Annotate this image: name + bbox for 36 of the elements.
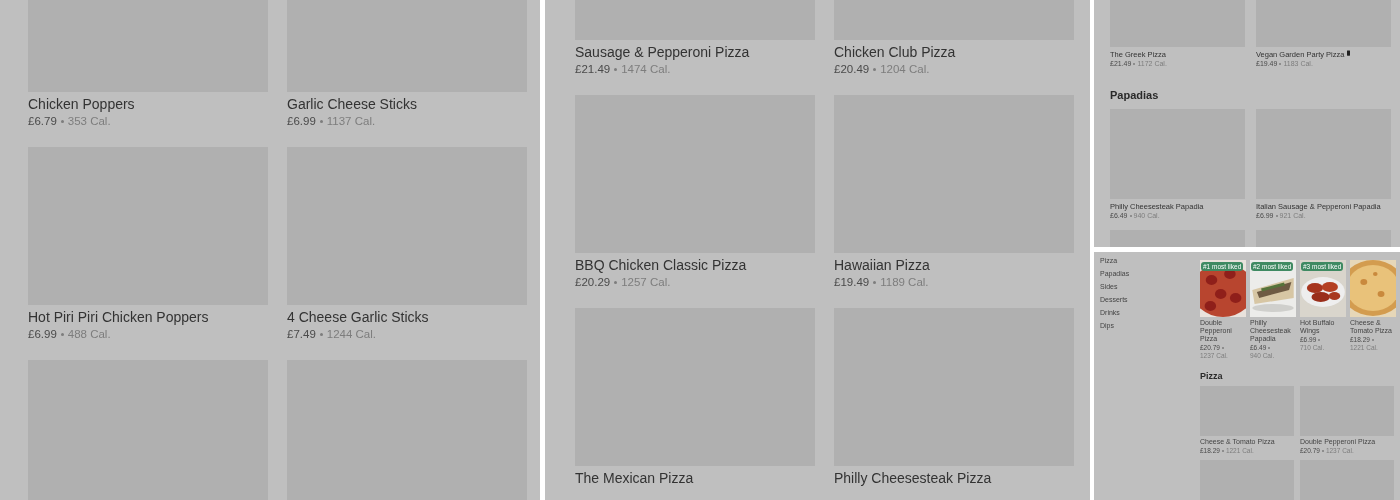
item-name: Chicken Club Pizza [834,44,956,60]
item-name: Chicken Poppers [28,96,135,112]
item-price: £6.99 [28,328,57,340]
item-name: Philly Cheesesteak Pizza [834,470,992,486]
separator-dot [614,67,618,71]
item-price: £7.49 [287,328,316,340]
item-name: 4 Cheese Garlic Sticks [287,309,429,325]
item-calories: 1189 Cal. [880,276,929,288]
item-name: Hot Piri Piri Chicken Poppers [28,309,209,325]
item-price: £19.49 [834,276,870,288]
item-name: Garlic Cheese Sticks [287,96,417,112]
item-name: Sausage & Pepperoni Pizza [575,44,750,60]
item-price: £21.49 [575,63,611,75]
item-calories: 353 Cal. [67,115,111,127]
item-calories: 1204 Cal. [880,63,930,75]
section-heading: Papadias [1110,89,1160,101]
separator-dot [873,280,877,284]
item-price: £6.99 [287,115,316,127]
item-price: £6.79 [28,115,57,127]
separator-dot [873,67,877,71]
item-calories: 1244 Cal. [326,328,376,340]
separator-dot [319,119,323,123]
item-name: BBQ Chicken Classic Pizza [575,257,747,273]
separator-dot [614,280,618,284]
section-heading: Pizza [1200,371,1224,381]
separator-dot [60,332,64,336]
item-price: £20.29 [575,276,611,288]
separator-dot [60,119,64,123]
item-calories: 1257 Cal. [621,276,671,288]
item-calories: 488 Cal. [67,328,111,340]
item-price: £20.49 [834,63,870,75]
separator-dot [319,332,323,336]
item-name: Hawaiian Pizza [834,257,930,273]
item-calories: 1474 Cal. [621,63,671,75]
item-calories: 1137 Cal. [326,115,376,127]
item-name: The Mexican Pizza [575,470,694,486]
